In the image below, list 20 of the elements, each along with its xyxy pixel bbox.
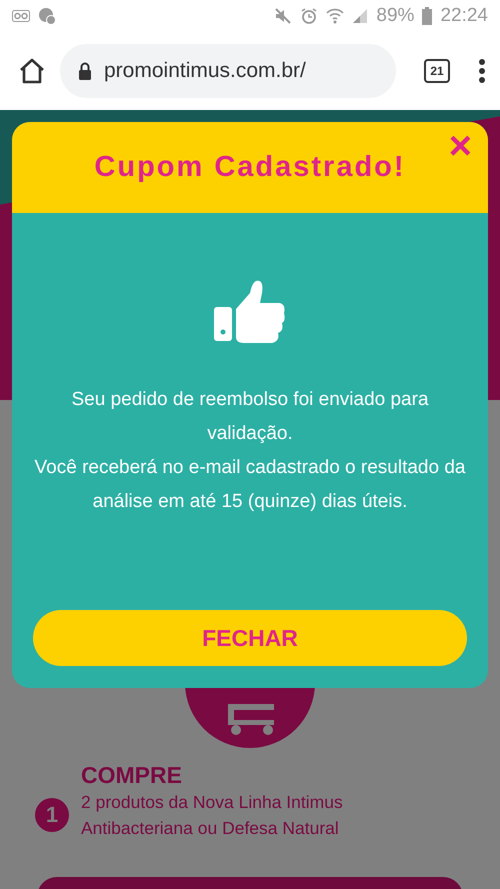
dialog-title: Cupom Cadastrado! xyxy=(94,151,406,184)
battery-level: 89% xyxy=(376,5,414,27)
dialog-message: Seu pedido de reembolso foi enviado para validação. Você receberá no e-mail cadastrado o resultado da análise em até 15 (quinze) dias úteis. xyxy=(34,388,466,514)
clock: 22:24 xyxy=(440,5,488,27)
voicemail-icon xyxy=(12,10,30,22)
menu-icon[interactable] xyxy=(478,58,486,84)
alarm-icon xyxy=(300,7,318,25)
home-icon[interactable] xyxy=(18,57,46,85)
wifi-icon xyxy=(326,7,344,25)
step-number: 1 xyxy=(35,798,69,832)
step-title: COMPRE xyxy=(81,762,183,789)
lock-icon xyxy=(78,62,92,80)
mute-icon xyxy=(274,7,292,25)
step-description: 2 produtos da Nova Linha Intimus Antibacteriana ou Defesa Natural xyxy=(81,791,344,840)
battery-icon xyxy=(422,7,432,25)
notification-icon xyxy=(38,7,56,25)
url-text: promointimus.com.br/ xyxy=(104,59,306,83)
tab-count[interactable]: 21 xyxy=(424,59,450,83)
address-bar[interactable]: promointimus.com.br/ xyxy=(60,44,396,98)
signal-icon xyxy=(352,8,368,24)
